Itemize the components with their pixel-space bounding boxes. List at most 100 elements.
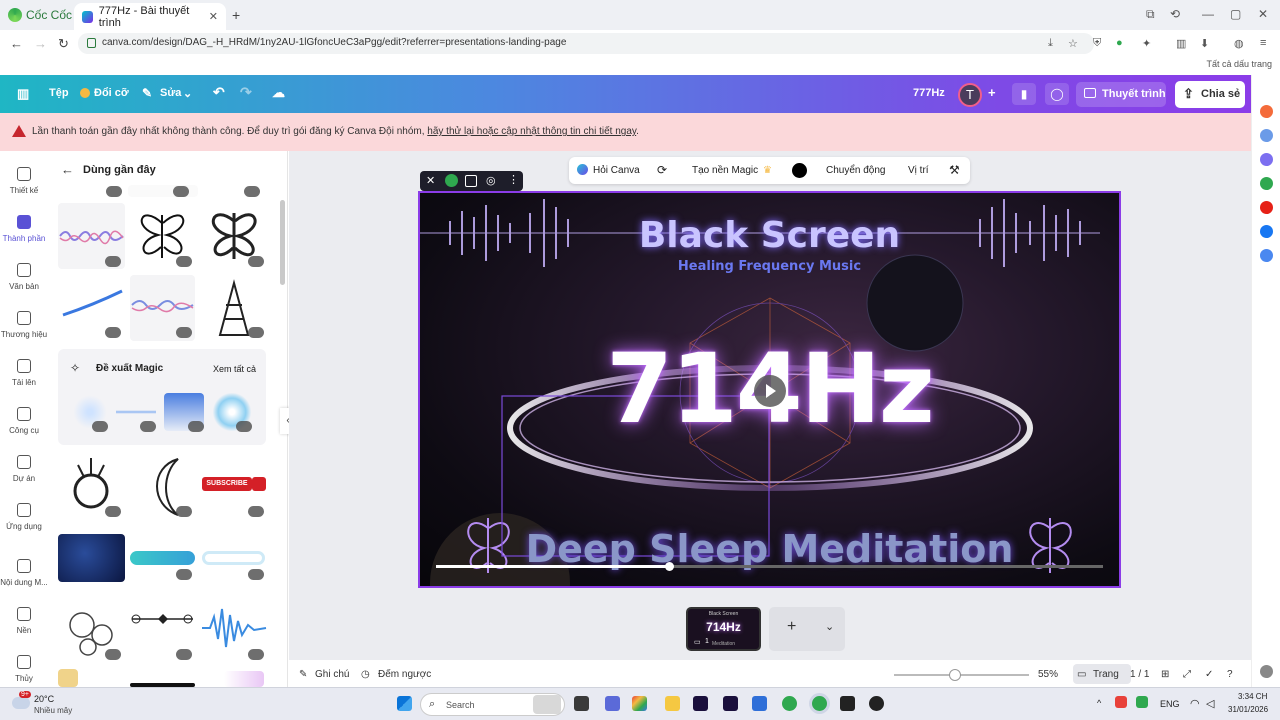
element-galaxy[interactable] xyxy=(58,534,125,582)
forward-arrow-icon[interactable]: → xyxy=(34,36,47,51)
zoom-knob[interactable] xyxy=(948,669,961,681)
download-green-icon[interactable] xyxy=(445,174,458,187)
taskbar-search[interactable]: ⌕ Search xyxy=(420,693,565,716)
volume-icon[interactable]: ◁ xyxy=(1206,697,1214,710)
wifi-icon[interactable]: ◠ xyxy=(1190,697,1200,710)
element-subscribe[interactable]: SUBSCRIBE xyxy=(200,475,268,495)
zoom-level[interactable]: 55% xyxy=(1038,669,1058,680)
document-title[interactable]: 777Hz xyxy=(913,87,945,99)
back-arrow-icon[interactable]: ← xyxy=(10,36,23,51)
media-encoder-icon[interactable] xyxy=(723,696,738,711)
zoom-slider[interactable] xyxy=(894,669,1029,681)
rail-apps[interactable]: Ứng dụng xyxy=(0,503,48,531)
media-player-icon[interactable] xyxy=(869,696,884,711)
file-explorer-icon[interactable] xyxy=(665,696,680,711)
file-menu[interactable]: Tệp xyxy=(49,87,69,99)
notes-button[interactable]: Ghi chú xyxy=(315,669,349,680)
timer-button[interactable]: Đếm ngược xyxy=(378,669,431,680)
sidebar-toggle-icon[interactable]: ▥ xyxy=(17,86,29,102)
color-swatch[interactable] xyxy=(792,163,807,178)
add-page-icon[interactable]: + xyxy=(787,618,796,636)
magic-switch-icon[interactable]: ⟳ xyxy=(657,163,667,177)
minimize-icon[interactable]: — xyxy=(1202,7,1214,21)
cloud-saved-icon[interactable]: ☁ xyxy=(272,85,285,101)
start-windows-icon[interactable] xyxy=(397,696,412,711)
comment-icon[interactable]: ◯ xyxy=(1045,83,1069,105)
slide-canvas[interactable]: Black Screen Healing Frequency Music 714… xyxy=(420,193,1119,586)
present-button[interactable]: Thuyết trình xyxy=(1076,82,1166,107)
rail-text[interactable]: Văn bản xyxy=(0,263,48,291)
slide-subtitle[interactable]: Healing Frequency Music xyxy=(420,259,1119,274)
premiere-icon[interactable] xyxy=(693,696,708,711)
see-all-link[interactable]: Xem tất cả xyxy=(213,364,256,374)
element-outline-pill[interactable] xyxy=(202,551,265,565)
more-options-icon[interactable]: ⋮ xyxy=(508,173,519,186)
chevron-down-icon[interactable]: ⌄ xyxy=(183,87,192,100)
rail-uploads[interactable]: Tải lên xyxy=(0,359,48,387)
store-icon[interactable] xyxy=(752,696,767,711)
position-button[interactable]: Vị trí xyxy=(908,165,929,176)
rail-folder[interactable]: Thủy xyxy=(0,655,48,683)
fullscreen-icon[interactable]: ⤢ xyxy=(1183,669,1191,680)
browser-tab[interactable]: 777Hz - Bài thuyết trình ✕ xyxy=(74,3,226,30)
maximize-icon[interactable]: ▢ xyxy=(1230,7,1241,21)
back-history-icon[interactable]: ⟲ xyxy=(1170,7,1180,21)
grid-view-icon[interactable]: ⊞ xyxy=(1161,669,1169,680)
split-view-icon[interactable]: ▥ xyxy=(1176,37,1186,50)
insights-chart-icon[interactable]: ▮ xyxy=(1012,83,1036,105)
chevron-down-icon[interactable]: ⌄ xyxy=(825,620,834,633)
panel-scrollbar[interactable] xyxy=(280,200,285,285)
clock-date[interactable]: 31/01/2026 xyxy=(1228,705,1268,714)
element-pink[interactable] xyxy=(224,671,264,687)
coccoc-taskbar-icon[interactable] xyxy=(782,696,797,711)
paint-format-icon[interactable]: ⚒ xyxy=(949,163,960,177)
lightbulb-icon[interactable]: ◎ xyxy=(486,174,496,187)
game-icon[interactable] xyxy=(1260,177,1273,190)
alert-link[interactable]: hãy thử lại hoặc cập nhật thông tin chi … xyxy=(427,126,636,137)
magic-background-button[interactable]: Tạo nền Magic xyxy=(692,165,758,176)
messenger-icon[interactable] xyxy=(1260,153,1273,166)
rail-brand[interactable]: Thương hiệu xyxy=(0,311,48,339)
element-gold[interactable] xyxy=(58,669,78,687)
translate-g-icon[interactable] xyxy=(1260,249,1273,262)
slide-title[interactable]: Black Screen xyxy=(420,215,1119,256)
play-button[interactable] xyxy=(754,375,786,407)
ask-canva-button[interactable]: Hỏi Canva xyxy=(593,165,640,176)
clock-time[interactable]: 3:34 CH xyxy=(1238,692,1267,701)
tray-app-icon[interactable] xyxy=(1115,696,1127,708)
weather-temp[interactable]: 20°C xyxy=(34,694,54,704)
rail-design[interactable]: Thiết kế xyxy=(0,167,48,195)
profile-icon[interactable]: ◍ xyxy=(1234,37,1244,50)
page-thumbnail[interactable]: Black Screen 714Hz Meditation ▭ 1 xyxy=(686,607,761,651)
shield-icon[interactable]: ⛨ xyxy=(1093,37,1101,50)
downloads-icon[interactable]: ⬇ xyxy=(1200,37,1209,50)
rail-magic-media[interactable]: Nội dung M... xyxy=(0,559,48,587)
copilot-icon[interactable] xyxy=(632,696,647,711)
slide-frame[interactable]: Black Screen Healing Frequency Music 714… xyxy=(418,191,1121,588)
teams-icon[interactable] xyxy=(605,696,620,711)
pages-button[interactable]: Trang xyxy=(1093,669,1119,680)
animate-button[interactable]: Chuyển động xyxy=(826,165,886,176)
tabs-menu-icon[interactable]: ⧉ xyxy=(1146,7,1155,22)
avatar[interactable]: T xyxy=(958,83,982,107)
menu-icon[interactable]: ≡ xyxy=(1260,37,1266,49)
youtube-icon[interactable] xyxy=(1260,201,1273,214)
back-arrow-icon[interactable]: ← xyxy=(61,162,74,177)
extension-green-icon[interactable]: ● xyxy=(1116,37,1123,49)
close-tab-icon[interactable]: ✕ xyxy=(209,10,218,23)
coccoc-active-icon[interactable] xyxy=(812,696,827,711)
element-teal-pill[interactable] xyxy=(130,551,195,565)
help-icon[interactable]: ? xyxy=(1227,669,1233,680)
url-field[interactable]: canva.com/design/DAG_-H_HRdM/1ny2AU-1lGf… xyxy=(78,33,1094,54)
tray-app-icon[interactable] xyxy=(1136,696,1148,708)
new-tab-icon[interactable]: + xyxy=(232,7,240,23)
side-settings-icon[interactable] xyxy=(1260,665,1273,678)
rail-elements[interactable]: Thành phần xyxy=(0,215,48,243)
tray-chevron-icon[interactable]: ^ xyxy=(1097,698,1101,708)
check-icon[interactable]: ✓ xyxy=(1205,669,1213,680)
edit-menu[interactable]: Sửa xyxy=(160,87,181,99)
close-window-icon[interactable]: ✕ xyxy=(1258,7,1268,21)
duplicate-icon[interactable] xyxy=(465,175,477,187)
reload-icon[interactable]: ↻ xyxy=(58,36,69,52)
rail-tools[interactable]: Công cụ xyxy=(0,407,48,435)
